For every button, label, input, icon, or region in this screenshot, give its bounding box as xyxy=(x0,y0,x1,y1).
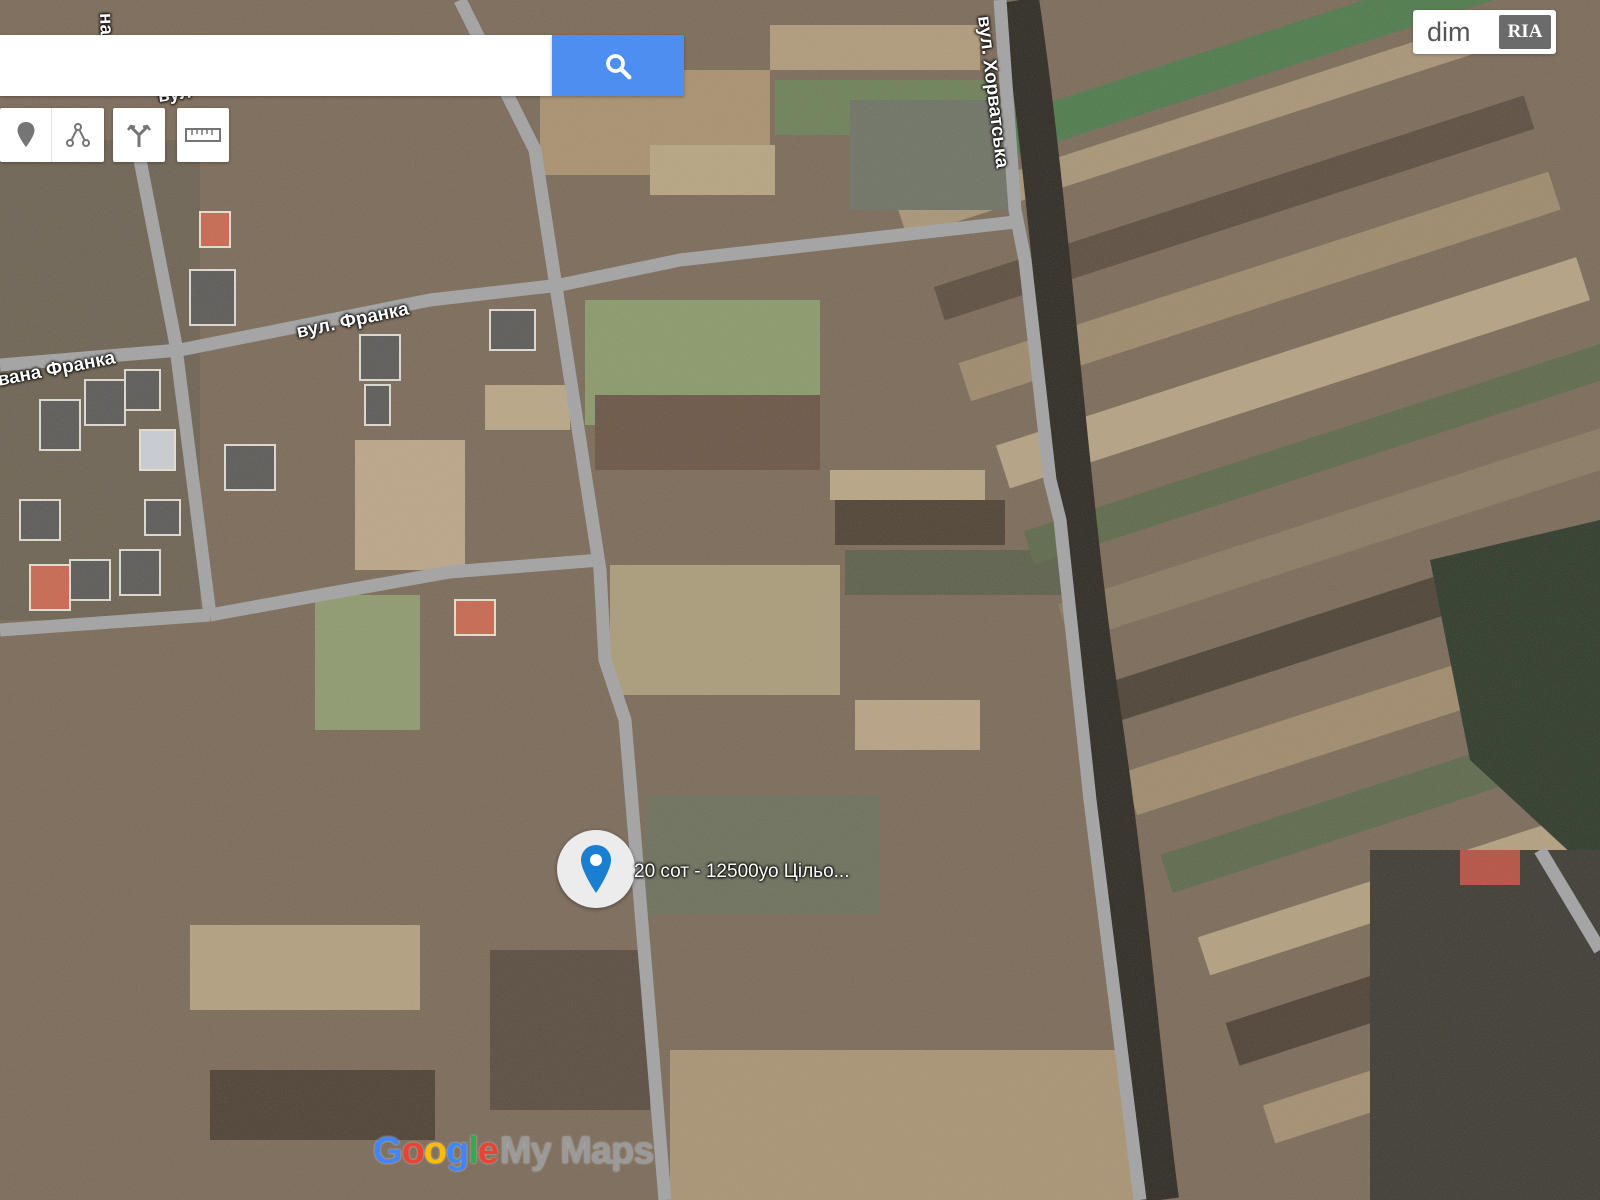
road-label-top-partial: на xyxy=(95,12,117,36)
google-wordmark: Google xyxy=(373,1130,499,1173)
google-letter: o xyxy=(401,1130,425,1172)
brand-dim-text: dim xyxy=(1427,16,1471,47)
google-letter: G xyxy=(373,1130,403,1172)
directions-button[interactable] xyxy=(113,108,165,162)
search-input[interactable] xyxy=(0,35,552,96)
google-letter: e xyxy=(477,1130,499,1172)
dimria-logo[interactable]: dim RIA xyxy=(1413,10,1556,54)
satellite-map[interactable] xyxy=(0,0,1600,1200)
add-marker-button[interactable] xyxy=(0,108,52,162)
brand-ria-text: RIA xyxy=(1499,15,1551,49)
google-letter: g xyxy=(446,1130,469,1172)
draw-toolbar xyxy=(0,108,104,162)
directions-icon xyxy=(127,124,151,147)
measure-toolbar xyxy=(177,108,229,162)
place-marker[interactable] xyxy=(557,830,635,908)
marker-icon xyxy=(17,122,34,147)
measure-button[interactable] xyxy=(177,108,229,162)
search-button[interactable] xyxy=(552,35,684,96)
google-letter: o xyxy=(423,1130,447,1172)
marker-label: 20 сот - 12500уо Цільо... xyxy=(634,861,850,882)
google-letter: l xyxy=(468,1130,479,1172)
map-pin-icon xyxy=(581,845,611,893)
mymaps-wordmark: My Maps xyxy=(499,1130,654,1172)
google-my-maps-logo: GoogleMy Maps xyxy=(373,1130,654,1173)
directions-toolbar xyxy=(113,108,165,162)
ruler-icon xyxy=(185,128,221,142)
line-icon xyxy=(66,123,90,147)
search-icon xyxy=(606,53,632,79)
draw-line-button[interactable] xyxy=(52,108,104,162)
